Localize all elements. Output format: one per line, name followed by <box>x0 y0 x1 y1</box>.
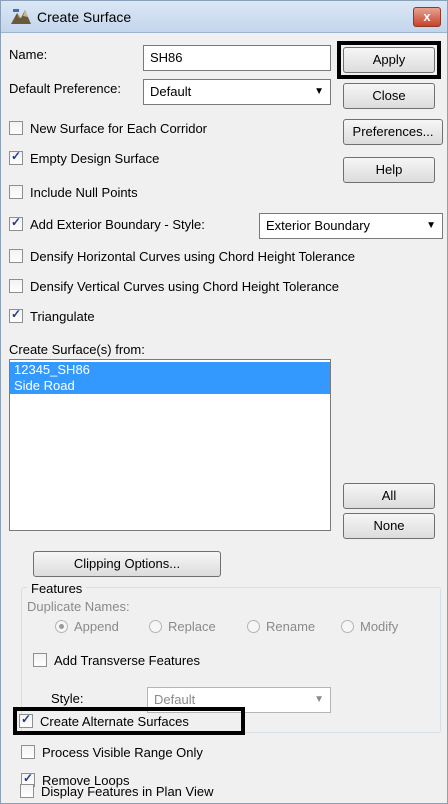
chevron-down-icon: ▼ <box>314 86 324 97</box>
exterior-style-value: Exterior Boundary <box>266 218 371 233</box>
checkbox-icon <box>9 185 23 199</box>
densify-vertical-checkbox[interactable]: Densify Vertical Curves using Chord Heig… <box>9 277 339 295</box>
preferences-button[interactable]: Preferences... <box>343 119 443 145</box>
triangulate-checkbox[interactable]: ✓ Triangulate <box>9 307 95 325</box>
radio-append-label: Append <box>74 618 119 634</box>
densify-vertical-label: Densify Vertical Curves using Chord Heig… <box>30 278 340 294</box>
checkbox-icon <box>9 279 23 293</box>
surfaces-listbox[interactable]: 12345_SH86 Side Road <box>9 359 331 531</box>
surfaces-label: Create Surface(s) from: <box>9 342 145 357</box>
apply-button[interactable]: Apply <box>343 47 435 73</box>
clipping-options-button[interactable]: Clipping Options... <box>33 551 221 577</box>
close-button[interactable]: Close <box>343 83 435 109</box>
style-label: Style: <box>51 691 84 706</box>
checkmark-icon: ✓ <box>9 307 23 323</box>
title-bar[interactable]: Create Surface x <box>1 1 447 33</box>
checkbox-icon <box>9 249 23 263</box>
default-preference-value: Default <box>150 84 192 99</box>
name-input[interactable]: SH86 <box>143 45 331 71</box>
list-item[interactable]: 12345_SH86 <box>10 362 330 378</box>
exterior-style-select[interactable]: Exterior Boundary ▼ <box>259 213 443 239</box>
features-group-label: Features <box>27 581 87 596</box>
radio-icon <box>247 619 260 633</box>
process-visible-label: Process Visible Range Only <box>42 744 203 760</box>
add-transverse-checkbox[interactable]: Add Transverse Features <box>33 651 200 669</box>
add-transverse-label: Add Transverse Features <box>54 652 200 668</box>
include-null-checkbox[interactable]: Include Null Points <box>9 183 138 201</box>
default-preference-label: Default Preference: <box>9 81 122 96</box>
radio-icon <box>149 619 162 633</box>
checkbox-icon <box>33 653 47 667</box>
radio-replace-label: Replace <box>168 618 216 634</box>
window-title: Create Surface <box>37 9 132 25</box>
list-item[interactable]: Side Road <box>10 378 330 394</box>
chevron-down-icon: ▼ <box>314 694 324 705</box>
radio-icon <box>341 619 354 633</box>
radio-append[interactable]: Append <box>55 617 119 635</box>
radio-replace[interactable]: Replace <box>149 617 216 635</box>
app-icon <box>11 9 31 24</box>
chevron-down-icon: ▼ <box>426 220 436 231</box>
none-button[interactable]: None <box>343 513 435 539</box>
process-visible-checkbox[interactable]: Process Visible Range Only <box>21 743 203 761</box>
checkbox-icon <box>20 784 34 798</box>
display-features-checkbox[interactable]: Display Features in Plan View <box>20 782 213 800</box>
densify-horizontal-label: Densify Horizontal Curves using Chord He… <box>30 248 355 264</box>
display-features-label: Display Features in Plan View <box>41 783 214 799</box>
empty-design-checkbox[interactable]: ✓ Empty Design Surface <box>9 149 159 167</box>
radio-selected-icon <box>55 619 68 633</box>
checkmark-icon: ✓ <box>19 712 33 728</box>
close-window-button[interactable]: x <box>413 7 441 27</box>
new-surface-checkbox[interactable]: New Surface for Each Corridor <box>9 119 207 137</box>
radio-rename-label: Rename <box>266 618 316 634</box>
default-preference-select[interactable]: Default ▼ <box>143 79 331 105</box>
help-button[interactable]: Help <box>343 157 435 183</box>
radio-modify[interactable]: Modify <box>341 617 398 635</box>
duplicate-names-label: Duplicate Names: <box>27 599 130 614</box>
style-value: Default <box>154 692 196 707</box>
create-alternate-checkbox[interactable]: ✓ Create Alternate Surfaces <box>19 712 189 730</box>
new-surface-label: New Surface for Each Corridor <box>30 120 208 136</box>
name-label: Name: <box>9 47 48 62</box>
create-alternate-label: Create Alternate Surfaces <box>40 713 189 729</box>
checkbox-icon <box>21 745 35 759</box>
densify-horizontal-checkbox[interactable]: Densify Horizontal Curves using Chord He… <box>9 247 355 265</box>
add-exterior-label: Add Exterior Boundary - Style: <box>30 216 205 232</box>
checkmark-icon: ✓ <box>9 215 23 231</box>
radio-modify-label: Modify <box>360 618 399 634</box>
create-surface-dialog: Create Surface x Name: SH86 Apply Defaul… <box>0 0 448 804</box>
include-null-label: Include Null Points <box>30 184 138 200</box>
checkmark-icon: ✓ <box>9 149 23 165</box>
radio-rename[interactable]: Rename <box>247 617 315 635</box>
checkbox-icon <box>9 121 23 135</box>
empty-design-label: Empty Design Surface <box>30 150 160 166</box>
all-button[interactable]: All <box>343 483 435 509</box>
triangulate-label: Triangulate <box>30 308 95 324</box>
add-exterior-checkbox[interactable]: ✓ Add Exterior Boundary - Style: <box>9 215 205 233</box>
